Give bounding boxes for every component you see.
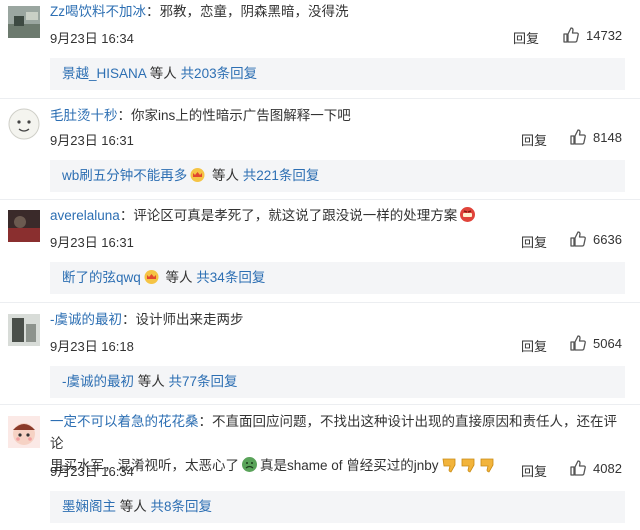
sub-reply-count[interactable]: 共221条回复 [243,168,320,183]
sub-reply-user[interactable]: 墨娴阁主 [62,499,116,514]
thumbs-up-icon [569,230,587,248]
comment-username[interactable]: -虞诚的最初 [50,312,122,327]
avatar[interactable] [8,416,40,448]
reply-button[interactable]: 回复 [521,232,547,251]
sub-replies-bar[interactable]: -虞诚的最初 等人 共77条回复 [50,366,625,398]
sub-reply-user[interactable]: 景越_HISANA [62,66,146,81]
comment-username[interactable]: averelaluna [50,208,120,223]
sub-reply-user[interactable]: -虞诚的最初 [62,374,134,389]
sub-reply-count[interactable]: 共203条回复 [181,66,258,81]
reply-button[interactable]: 回复 [521,130,547,149]
comment-username[interactable]: 一定不可以着急的花花桑 [50,414,199,429]
comment-text: averelaluna：评论区可真是孝死了，就这说了跟没说一样的处理方案 [50,205,628,227]
like-button[interactable]: 8148 [569,128,622,146]
comment-time: 9月23日 16:34 [50,464,134,479]
comment-username[interactable]: Zz喝饮料不加冰 [50,4,146,19]
crown-badge-icon [189,166,206,183]
reply-button[interactable]: 回复 [513,28,539,47]
comment-text: 毛肚烫十秒：你家ins上的性暗示广告图解释一下吧 [50,108,351,123]
like-button[interactable]: 6636 [569,230,622,248]
reply-button[interactable]: 回复 [521,461,547,480]
sub-reply-count[interactable]: 共34条回复 [196,270,265,285]
avatar[interactable] [8,108,40,140]
comment-time: 9月23日 16:18 [50,339,134,354]
like-button[interactable]: 14732 [562,26,622,44]
avatar[interactable] [8,6,40,38]
avatar[interactable] [8,210,40,242]
comment-text: Zz喝饮料不加冰：邪教，恋童，阴森黑暗，没得洗 [50,4,349,19]
divider [0,302,640,303]
thumbs-up-icon [569,459,587,477]
like-count: 4082 [593,460,622,476]
sub-reply-user[interactable]: wb刷五分钟不能再多 [62,168,187,183]
angry-emoji-icon [459,206,476,223]
sub-replies-bar[interactable]: wb刷五分钟不能再多 等人 共221条回复 [50,160,625,192]
reply-button[interactable]: 回复 [521,336,547,355]
thumbs-down-icon [441,456,499,481]
sub-replies-bar[interactable]: 景越_HISANA 等人 共203条回复 [50,58,625,90]
sub-reply-count[interactable]: 共77条回复 [169,374,238,389]
thumbs-up-icon [569,334,587,352]
comment-time: 9月23日 16:31 [50,235,134,250]
sub-reply-user[interactable]: 断了的弦qwq [62,270,141,285]
divider [0,404,640,405]
divider [0,199,640,200]
comment-time: 9月23日 16:31 [50,133,134,148]
like-button[interactable]: 5064 [569,334,622,352]
crown-badge-icon [143,268,160,285]
comment-username[interactable]: 毛肚烫十秒 [50,108,118,123]
like-count: 14732 [586,27,623,43]
sub-replies-bar[interactable]: 墨娴阁主 等人 共8条回复 [50,491,625,523]
thumbs-up-icon [569,128,587,146]
comment-time: 9月23日 16:34 [50,31,134,46]
sub-replies-bar[interactable]: 断了的弦qwq 等人 共34条回复 [50,262,625,294]
comment-text: -虞诚的最初：设计师出来走两步 [50,312,244,327]
divider [0,98,640,99]
like-count: 5064 [593,335,622,351]
like-button[interactable]: 4082 [569,459,622,477]
sub-reply-count[interactable]: 共8条回复 [151,499,213,514]
avatar[interactable] [8,314,40,346]
thumbs-up-icon [562,26,580,44]
like-count: 8148 [593,129,622,145]
like-count: 6636 [593,231,622,247]
nauseated-emoji-icon [241,456,258,473]
